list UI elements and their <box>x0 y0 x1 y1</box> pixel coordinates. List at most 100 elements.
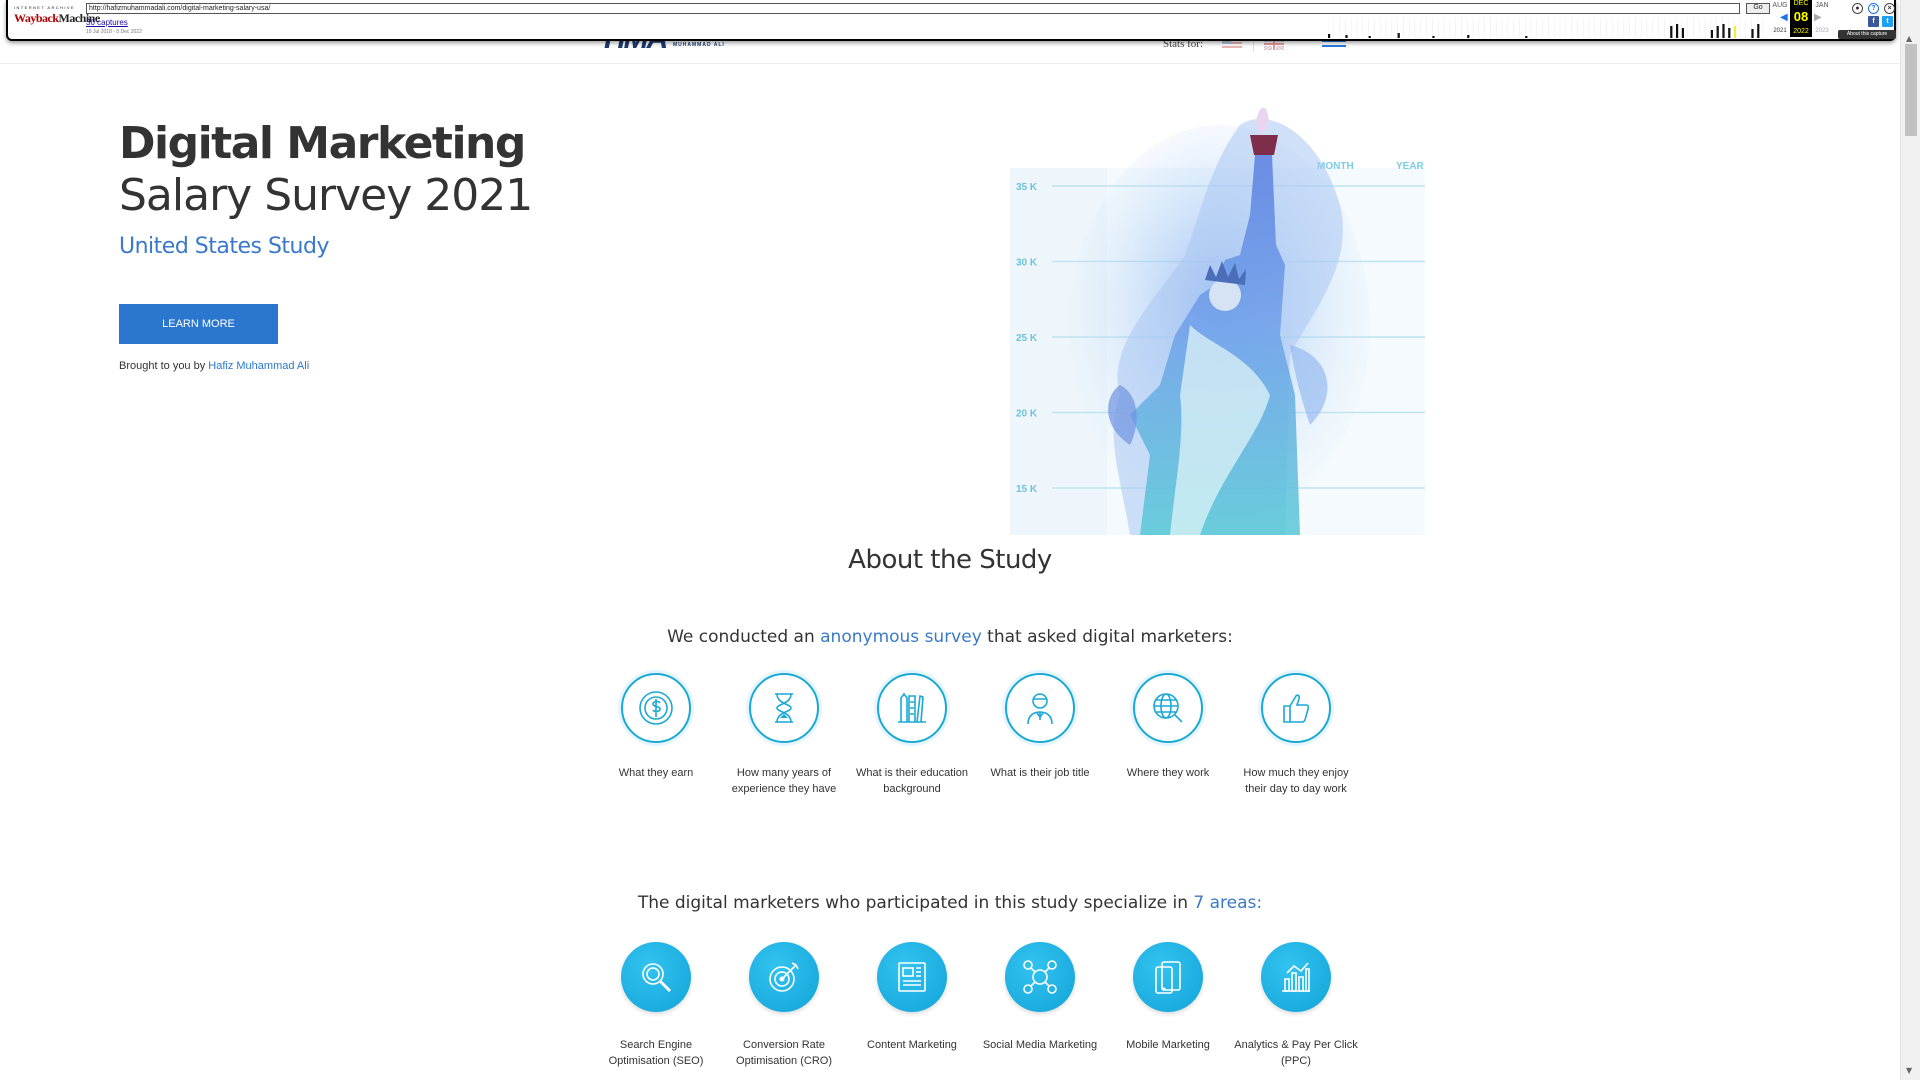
specialization-area-label: Mobile Marketing <box>1126 1039 1210 1051</box>
magnifier-icon <box>621 942 691 1012</box>
wayback-month-next[interactable]: JAN <box>1812 2 1832 9</box>
target-icon <box>749 942 819 1012</box>
sparkline-bar <box>1328 34 1331 38</box>
sparkline-bar <box>1368 36 1371 38</box>
close-icon[interactable]: × <box>1884 3 1895 14</box>
analytics-icon <box>1261 942 1331 1012</box>
survey-intro: We conducted an anonymous survey that as… <box>667 627 1233 647</box>
survey-question-label: How much they enjoy their day to day wor… <box>1243 767 1349 795</box>
survey-question-item[interactable]: How much they enjoy their day to day wor… <box>1232 673 1360 797</box>
sparkline-bar <box>1757 24 1760 38</box>
sparkline-bar <box>1397 33 1400 38</box>
areas-intro: The digital marketers who participated i… <box>637 893 1263 913</box>
specialization-area-item[interactable]: Mobile Marketing <box>1104 942 1232 1053</box>
chart-y-tick-label: 35 K <box>1016 182 1038 193</box>
chart-y-tick-label: 30 K <box>1016 258 1038 269</box>
sparkline-bar <box>1716 26 1719 38</box>
wayback-calendar: AUG DEC 08 2022 JAN 2021 2023 ◀ ▶ <box>1770 0 1830 39</box>
sparkline-bar <box>1525 36 1528 38</box>
wayback-prev-arrow-icon[interactable]: ◀ <box>1780 12 1788 23</box>
pencils-icon <box>877 673 947 743</box>
sparkline-bar <box>1432 36 1435 38</box>
thumbs-up-icon <box>1261 673 1331 743</box>
wayback-year-prev[interactable]: 2021 <box>1770 28 1790 34</box>
sparkline-bar <box>1670 26 1673 38</box>
sparkline-bar <box>1728 28 1731 38</box>
survey-question-item[interactable]: What they earn <box>592 673 720 781</box>
twitter-icon[interactable]: t <box>1882 16 1893 27</box>
brought-by-text: Brought to you by Hafiz Muhammad Ali <box>119 360 310 372</box>
chart-y-tick-label: 20 K <box>1016 409 1038 420</box>
wayback-year-next[interactable]: 2023 <box>1812 28 1832 34</box>
wayback-date-range: 19 Jul 2018 - 8 Dec 2022 <box>86 29 142 35</box>
salary-chart: MONTH YEAR 35 K30 K25 K20 K15 K <box>1010 107 1425 535</box>
specialization-area-item[interactable]: Search Engine Optimisation (SEO) <box>592 942 720 1069</box>
specialization-area-item[interactable]: Content Marketing <box>848 942 976 1053</box>
content-icon <box>877 942 947 1012</box>
sparkline-bar <box>1722 24 1725 38</box>
sparkline-bar <box>1710 30 1713 38</box>
seven-areas-link[interactable]: 7 areas: <box>1193 893 1262 913</box>
learn-more-button[interactable]: LEARN MORE <box>119 304 278 344</box>
chart-y-tick-label: 15 K <box>1016 484 1038 495</box>
survey-question-item[interactable]: What is their job title <box>976 673 1104 781</box>
survey-question-item[interactable]: What is their education background <box>848 673 976 797</box>
survey-question-item[interactable]: Where they work <box>1104 673 1232 781</box>
survey-question-label: What is their job title <box>990 767 1090 779</box>
specialization-area-item[interactable]: Conversion Rate Optimisation (CRO) <box>720 942 848 1069</box>
page-scrollbar[interactable]: ▲ ▼ <box>1900 0 1920 1080</box>
account-icon[interactable]: ● <box>1852 3 1863 14</box>
hero-subtitle: United States Study <box>119 234 329 259</box>
chart-tab-year[interactable]: YEAR <box>1396 161 1425 172</box>
wayback-about-capture[interactable]: About this capture <box>1838 30 1896 39</box>
specialization-area-label: Analytics & Pay Per Click (PPC) <box>1234 1039 1358 1067</box>
wayback-url-input[interactable]: http://hafizmuhammadali.com/digital-mark… <box>86 3 1740 14</box>
specialization-area-label: Social Media Marketing <box>982 1039 1098 1051</box>
scroll-thumb[interactable] <box>1905 44 1917 136</box>
social-icon <box>1005 942 1075 1012</box>
wayback-capture-sparkline[interactable] <box>1328 14 1768 38</box>
specialization-area-label: Search Engine Optimisation (SEO) <box>608 1039 704 1067</box>
facebook-icon[interactable]: f <box>1868 16 1879 27</box>
survey-question-label: What they earn <box>618 767 694 779</box>
help-icon[interactable]: ? <box>1868 3 1879 14</box>
sparkline-bar <box>1681 28 1684 38</box>
sparkline-bar <box>1467 35 1470 38</box>
dollar-icon <box>621 673 691 743</box>
hourglass-icon <box>749 673 819 743</box>
specialization-area-item[interactable]: Social Media Marketing <box>976 942 1104 1053</box>
wayback-logo[interactable]: INTERNET ARCHIVE WaybackMachine <box>14 5 100 35</box>
author-link[interactable]: Hafiz Muhammad Ali <box>208 360 309 372</box>
site-logo-text: MUHAMMAD ALI <box>673 42 725 48</box>
specialization-area-label: Content Marketing <box>867 1039 957 1051</box>
hero-title-line2: Salary Survey 2021 <box>119 170 533 221</box>
hero-title-line1: Digital Marketing <box>119 118 526 169</box>
wayback-next-arrow-icon[interactable]: ▶ <box>1814 12 1822 23</box>
wayback-captures-link[interactable]: 30 captures <box>86 18 128 27</box>
wayback-logo-text: WaybackMachine <box>14 11 100 25</box>
sparkline-bar <box>1734 26 1737 38</box>
survey-question-label: Where they work <box>1126 767 1210 779</box>
anonymous-survey-link[interactable]: anonymous survey <box>820 627 982 647</box>
scroll-down-icon[interactable]: ▼ <box>1906 1066 1912 1075</box>
mobile-icon <box>1133 942 1203 1012</box>
survey-question-label: How many years of experience they have <box>731 767 837 795</box>
hamburger-menu-icon[interactable] <box>1322 40 1346 52</box>
specialization-area-label: Conversion Rate Optimisation (CRO) <box>736 1039 832 1067</box>
survey-question-label: What is their education background <box>856 767 968 795</box>
survey-question-item[interactable]: How many years of experience they have <box>720 673 848 797</box>
sparkline-bar <box>1676 24 1679 38</box>
globe-search-icon <box>1133 673 1203 743</box>
person-icon <box>1005 673 1075 743</box>
wayback-month-selected[interactable]: DEC 08 2022 <box>1790 0 1812 37</box>
about-title: About the Study <box>848 545 1052 575</box>
chart-y-tick-label: 25 K <box>1016 333 1038 344</box>
sparkline-bar <box>1751 29 1754 38</box>
wayback-go-button[interactable]: Go <box>1746 3 1770 14</box>
scroll-up-icon[interactable]: ▲ <box>1906 34 1912 43</box>
specialization-area-item[interactable]: Analytics & Pay Per Click (PPC) <box>1232 942 1360 1069</box>
wayback-toolbar: INTERNET ARCHIVE WaybackMachine http://h… <box>6 0 1896 41</box>
browser-viewport: INTERNET ARCHIVE WaybackMachine http://h… <box>0 0 1920 1080</box>
wayback-month-prev[interactable]: AUG <box>1770 2 1790 9</box>
sparkline-bar <box>1345 35 1348 38</box>
